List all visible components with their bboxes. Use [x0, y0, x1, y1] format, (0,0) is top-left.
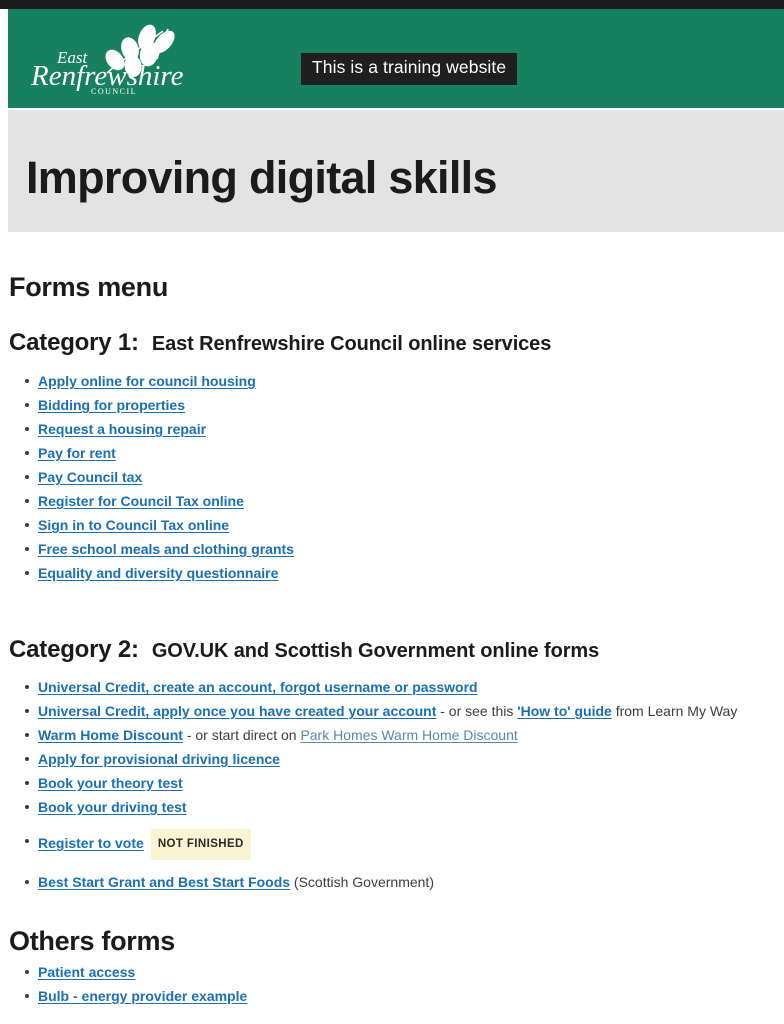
list-item: Request a housing repair	[25, 417, 294, 441]
list-item: Equality and diversity questionnaire	[25, 561, 294, 585]
others-forms-link-list: Patient access Bulb - energy provider ex…	[0, 960, 247, 1008]
list-item: Pay for rent	[25, 441, 294, 465]
link-bulb-energy-provider-example[interactable]: Bulb - energy provider example	[38, 988, 247, 1004]
status-badge-not-finished: NOT FINISHED	[150, 829, 251, 860]
list-item: Pay Council tax	[25, 465, 294, 489]
list-item: Apply for provisional driving licence	[24, 747, 737, 771]
training-website-banner: This is a training website	[301, 53, 518, 85]
list-item: Sign in to Council Tax online	[25, 513, 294, 537]
link-sign-in-to-council-tax-online[interactable]: Sign in to Council Tax online	[38, 517, 229, 533]
category-2-label: Category 2:	[9, 636, 139, 663]
link-free-school-meals-and-clothing-grants[interactable]: Free school meals and clothing grants	[38, 541, 294, 557]
link-bidding-for-properties[interactable]: Bidding for properties	[38, 397, 185, 413]
site-header: East Renfrewshire COUNCIL This is a trai…	[8, 9, 784, 108]
link-patient-access[interactable]: Patient access	[38, 964, 135, 980]
list-item: Bulb - energy provider example	[24, 984, 247, 1008]
link-apply-for-provisional-driving-licence[interactable]: Apply for provisional driving licence	[38, 751, 280, 767]
list-item: Book your theory test	[24, 771, 737, 795]
list-item: Universal Credit, apply once you have cr…	[24, 699, 738, 723]
list-item: Apply online for council housing	[25, 369, 294, 393]
learn-my-way-text: from Learn My Way	[611, 703, 738, 719]
link-register-to-vote[interactable]: Register to vote	[38, 835, 144, 851]
list-item: Universal Credit, create an account, for…	[24, 675, 737, 699]
list-item: Book your driving test	[24, 795, 737, 819]
top-black-bar	[0, 0, 784, 9]
link-universal-credit-apply[interactable]: Universal Credit, apply once you have cr…	[38, 703, 436, 719]
link-park-homes-warm-home-discount[interactable]: Park Homes Warm Home Discount	[300, 727, 517, 743]
svg-text:COUNCIL: COUNCIL	[91, 87, 137, 96]
link-best-start-grant-and-best-start-foods[interactable]: Best Start Grant and Best Start Foods	[38, 874, 290, 890]
page-title: Improving digital skills	[26, 152, 497, 203]
link-warm-home-discount[interactable]: Warm Home Discount	[38, 727, 183, 743]
others-forms-heading: Others forms	[9, 926, 175, 956]
link-how-to-guide[interactable]: 'How to' guide	[517, 703, 612, 719]
link-universal-credit-create-account[interactable]: Universal Credit, create an account, for…	[38, 679, 478, 695]
category-1-link-list: Apply online for council housing Bidding…	[0, 369, 294, 585]
east-renfrewshire-council-logo[interactable]: East Renfrewshire COUNCIL	[29, 23, 199, 97]
link-pay-for-rent[interactable]: Pay for rent	[38, 445, 116, 461]
link-request-a-housing-repair[interactable]: Request a housing repair	[38, 421, 206, 437]
category-1-label: Category 1:	[9, 329, 139, 356]
link-book-your-theory-test[interactable]: Book your theory test	[38, 775, 183, 791]
category-1-heading: Category 1: East Renfrewshire Council onl…	[9, 329, 551, 357]
universal-credit-mid-text: - or see this	[436, 703, 518, 719]
forms-menu-heading: Forms menu	[9, 272, 169, 302]
category-2-description: GOV.UK and Scottish Government online fo…	[151, 640, 600, 662]
list-item: Register to vote NOT FINISHED	[24, 829, 737, 860]
link-pay-council-tax[interactable]: Pay Council tax	[38, 469, 142, 485]
category-2-link-list: Universal Credit, create an account, for…	[0, 675, 737, 894]
page-title-band: Improving digital skills	[8, 110, 784, 232]
best-start-grant-note: (Scottish Government)	[290, 874, 434, 890]
category-1-description: East Renfrewshire Council online service…	[151, 333, 552, 355]
link-register-for-council-tax-online[interactable]: Register for Council Tax online	[38, 493, 244, 509]
list-item: Warm Home Discount - or start direct on …	[24, 723, 737, 747]
list-item: Bidding for properties	[25, 393, 294, 417]
category-2-heading: Category 2: GOV.UK and Scottish Governmen…	[9, 636, 599, 664]
link-equality-and-diversity-questionnaire[interactable]: Equality and diversity questionnaire	[38, 565, 278, 581]
warm-home-mid-text: - or start direct on	[182, 727, 301, 743]
link-book-your-driving-test[interactable]: Book your driving test	[38, 799, 187, 815]
list-item: Register for Council Tax online	[25, 489, 294, 513]
link-apply-online-for-council-housing[interactable]: Apply online for council housing	[38, 373, 256, 389]
list-item: Best Start Grant and Best Start Foods (S…	[24, 870, 737, 894]
list-item: Patient access	[24, 960, 247, 984]
list-item: Free school meals and clothing grants	[25, 537, 294, 561]
